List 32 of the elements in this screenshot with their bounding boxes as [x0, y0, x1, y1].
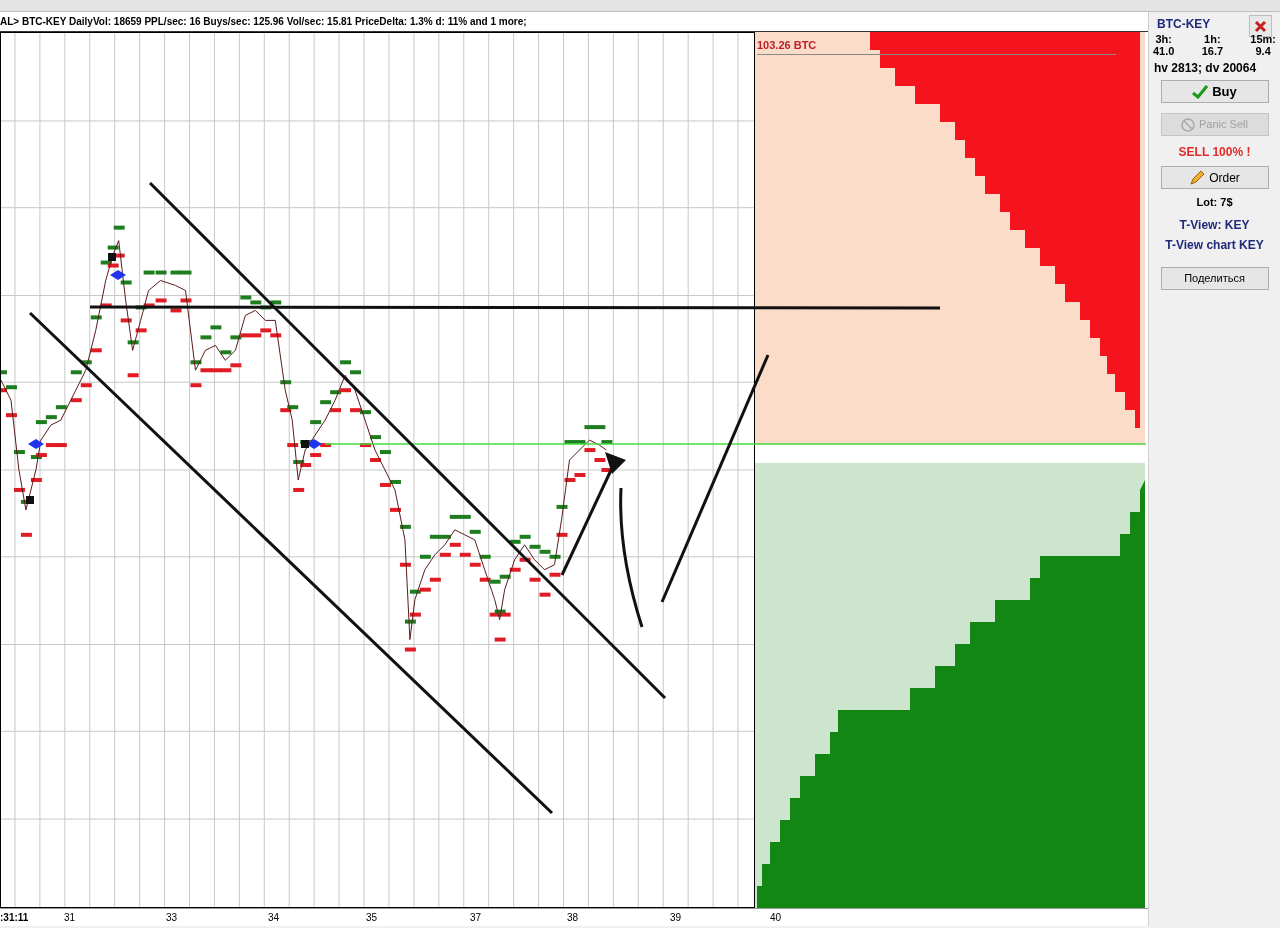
time-axis-label: 39 [670, 911, 682, 925]
volume-stats: hv 2813; dv 20064 [1153, 60, 1258, 77]
close-button[interactable] [1249, 15, 1272, 37]
time-axis-label: 31 [64, 911, 76, 925]
time-axis-label: 37 [470, 911, 482, 925]
stat-label: 3h: [1155, 33, 1172, 45]
ask-volume: 103.26 BTC [757, 37, 1117, 55]
time-axis-label: 33 [166, 911, 178, 925]
checkmark-icon [1192, 84, 1209, 99]
pencil-icon [1189, 169, 1206, 186]
tview-link[interactable]: T-View: KEY [1149, 215, 1280, 234]
buy-button[interactable]: Buy [1160, 80, 1269, 103]
order-button[interactable]: Order [1160, 166, 1269, 189]
stat-value: 41.0 [1153, 45, 1175, 57]
time-axis-label: 34 [268, 911, 280, 925]
time-axis-label: 40 [770, 911, 782, 925]
ticker-info: AL> BTC-KEY DailyVol: 18659 PPL/sec: 16 Buys/sec: 125.96 Vol/sec: 15.81 PriceDelta: 1.3% d: 11% and 1 more; [0, 15, 527, 29]
time-axis-label: 35 [366, 911, 378, 925]
no-entry-icon [1181, 117, 1196, 132]
stat-value: 9.4 [1255, 45, 1271, 57]
stat-label: 15m: [1250, 33, 1276, 45]
trade-points-icon [26, 253, 322, 504]
time-axis-label: 38 [567, 911, 579, 925]
close-icon [1254, 19, 1267, 33]
sell-notice: SELL 100% ! [1177, 144, 1252, 161]
symbol-title: BTC-KEY [1157, 16, 1211, 33]
lot-size: Lot: 7$ [1195, 195, 1234, 210]
share-button[interactable]: Поделиться [1160, 266, 1269, 290]
tview-chart-link[interactable]: T-View chart KEY [1149, 235, 1280, 254]
stat-label: 1h: [1204, 33, 1221, 45]
stat-value: 16.7 [1201, 45, 1224, 57]
time-axis-label: :31:11 [0, 911, 29, 925]
